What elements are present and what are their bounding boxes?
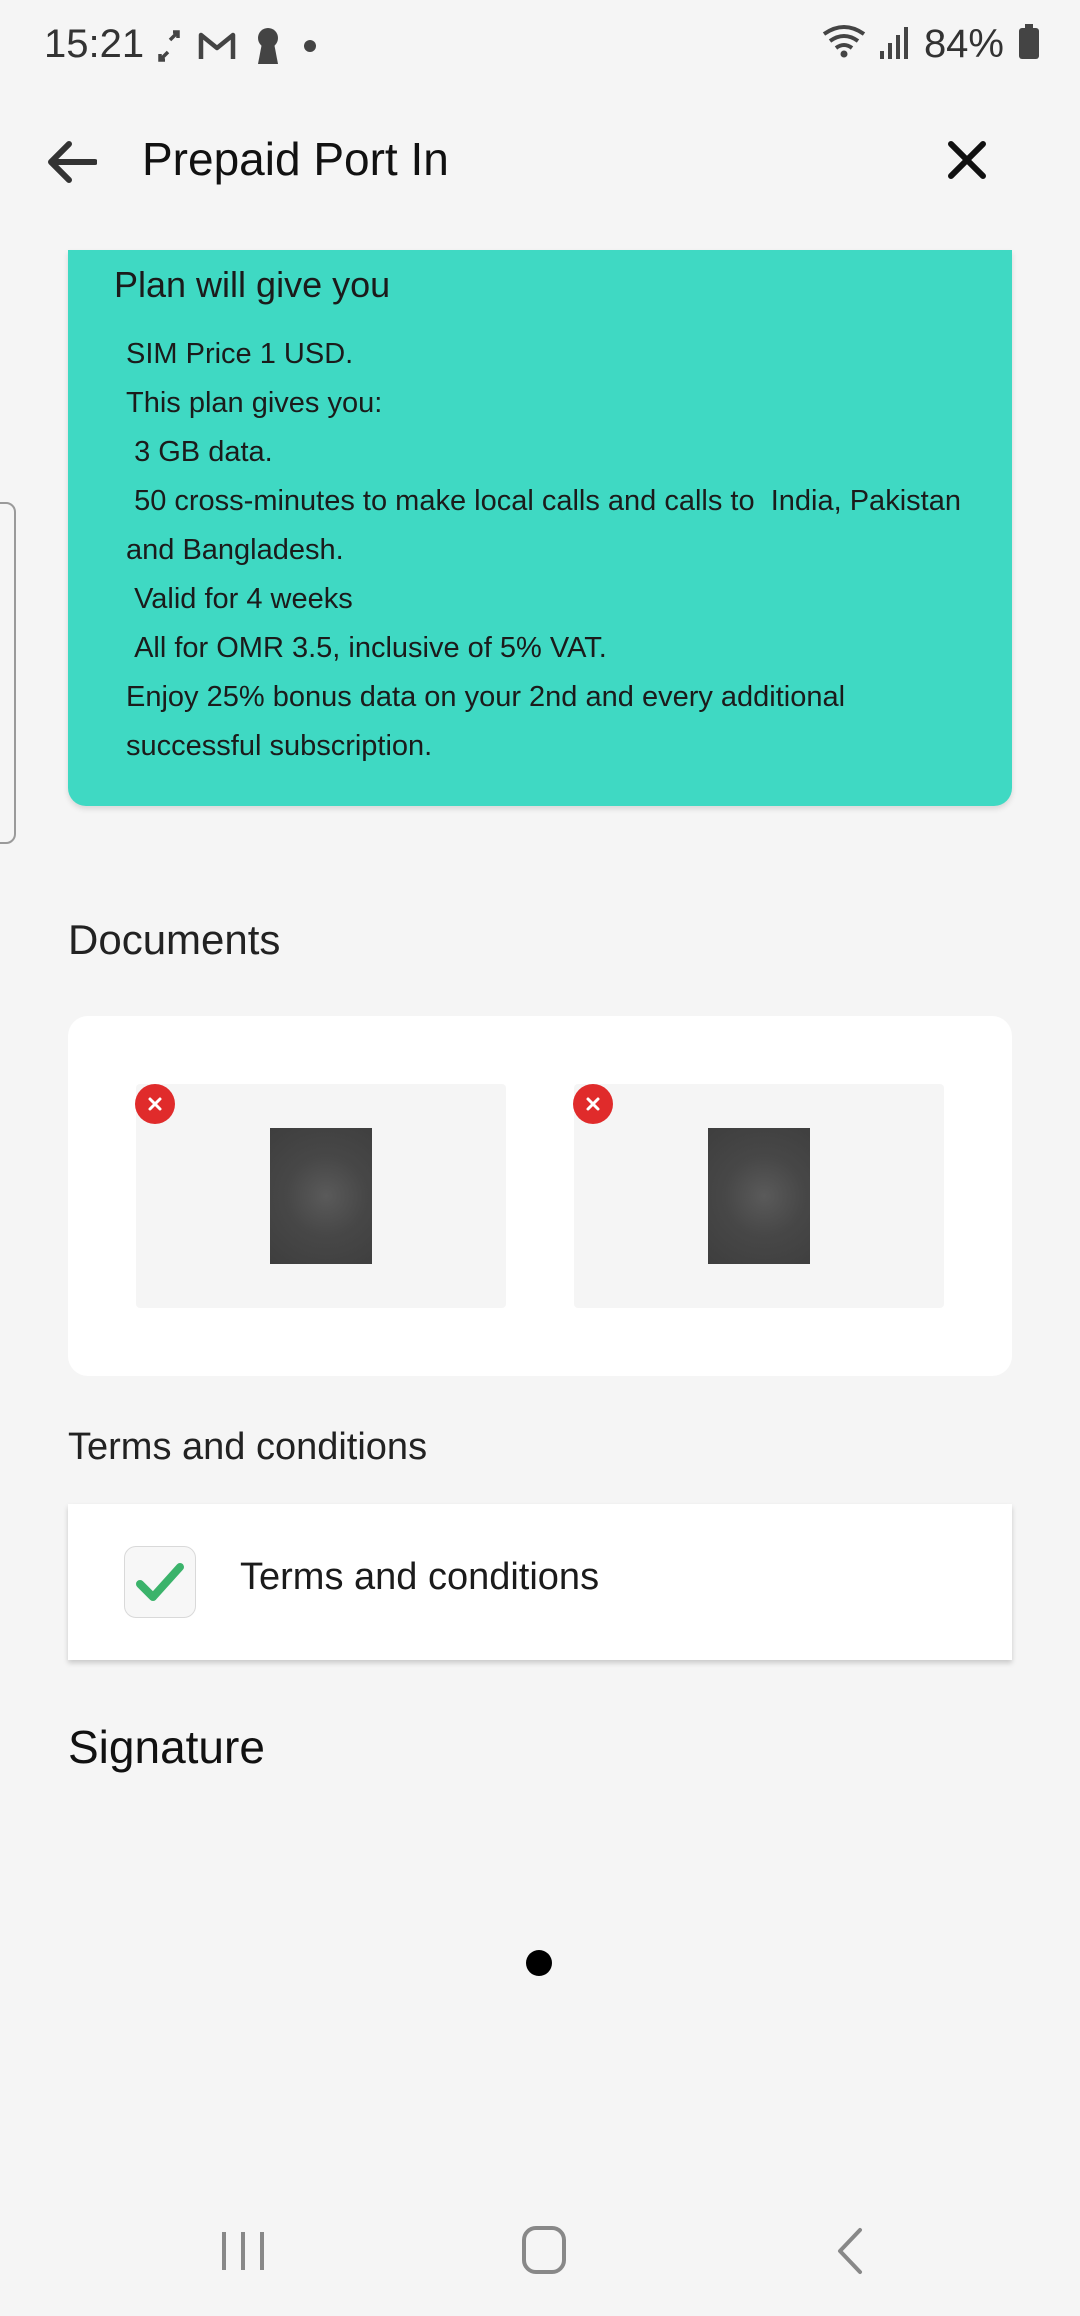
status-time: 15:21	[44, 22, 145, 66]
plan-line-minutes: 50 cross-minutes to make local calls and…	[126, 485, 970, 566]
terms-checkbox-label[interactable]: Terms and conditions	[240, 1556, 599, 1599]
plan-title: Plan will give you	[114, 264, 391, 305]
close-button[interactable]	[935, 128, 999, 192]
document-thumbnail[interactable]	[708, 1128, 810, 1264]
recents-icon	[222, 2232, 264, 2270]
dot-icon	[300, 36, 320, 61]
terms-heading: Terms and conditions	[68, 1426, 428, 1468]
plan-line-bonus: Enjoy 25% bonus data on your 2nd and eve…	[126, 681, 854, 762]
edge-panel-handle[interactable]	[0, 502, 16, 844]
documents-card	[68, 1016, 1012, 1376]
wifi-icon	[822, 24, 866, 65]
status-icons-right: 84%	[822, 22, 1040, 67]
system-nav-bar	[0, 2200, 1080, 2316]
home-icon	[522, 2226, 566, 2274]
arrow-left-icon	[48, 141, 97, 183]
document-slot[interactable]	[574, 1084, 944, 1308]
remove-document-button[interactable]	[135, 1084, 175, 1124]
plan-line-price: All for OMR 3.5, inclusive of 5% VAT.	[126, 632, 607, 664]
keyhole-icon	[254, 27, 282, 70]
remove-icon	[148, 1097, 162, 1111]
battery-percent: 84%	[923, 22, 1004, 66]
back-icon	[838, 2228, 862, 2274]
plan-line-validity: Valid for 4 weeks	[126, 583, 353, 615]
gmail-icon	[198, 31, 236, 66]
recents-button[interactable]	[218, 2226, 268, 2276]
close-icon	[948, 141, 986, 179]
plan-line-intro: This plan gives you:	[126, 387, 383, 419]
plan-line-data: 3 GB data.	[126, 436, 273, 468]
status-bar: 15:21 84%	[0, 0, 1080, 95]
signature-stroke	[526, 1950, 552, 1976]
document-thumbnail[interactable]	[270, 1128, 372, 1264]
plan-card: Plan will give you SIM Price 1 USD. This…	[68, 250, 1012, 806]
signal-icon	[879, 25, 910, 64]
checkmark-icon	[136, 1563, 184, 1601]
remove-icon	[586, 1097, 600, 1111]
app-header: Prepaid Port In	[0, 100, 1080, 220]
status-icons-left	[158, 26, 320, 70]
signature-heading: Signature	[68, 1721, 265, 1773]
plan-details: SIM Price 1 USD. This plan gives you: 3 …	[126, 330, 986, 771]
cast-icon	[158, 29, 180, 67]
home-button[interactable]	[520, 2224, 568, 2276]
battery-icon	[1018, 24, 1040, 65]
document-slot[interactable]	[136, 1084, 506, 1308]
documents-heading: Documents	[68, 916, 281, 963]
plan-line-sim-price: SIM Price 1 USD.	[126, 338, 354, 370]
back-button[interactable]	[40, 130, 104, 194]
nav-back-button[interactable]	[830, 2226, 870, 2276]
remove-document-button[interactable]	[573, 1084, 613, 1124]
signature-pad[interactable]	[68, 1800, 1012, 2100]
page-title: Prepaid Port In	[142, 133, 449, 185]
terms-checkbox[interactable]	[124, 1546, 196, 1618]
terms-card: Terms and conditions	[68, 1504, 1012, 1660]
